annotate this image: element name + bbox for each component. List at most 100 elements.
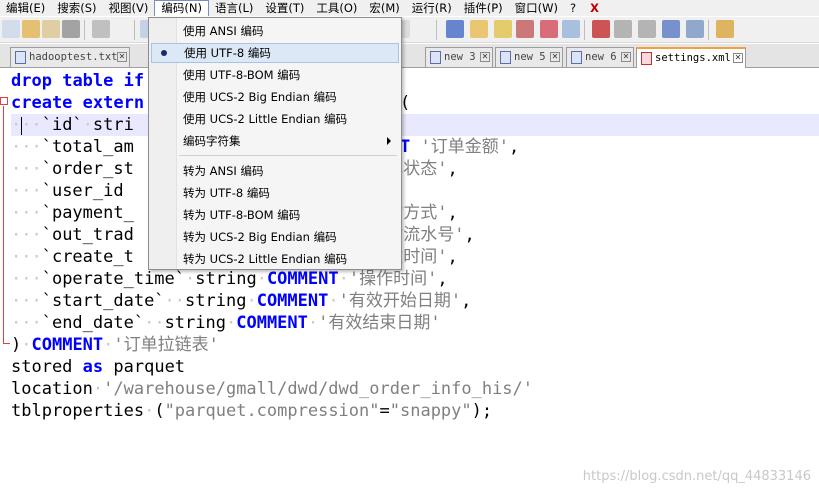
tab-new-6[interactable]: new 6 ✕ — [566, 47, 634, 67]
doc-map-icon[interactable] — [470, 20, 488, 38]
whitespace-marker: · — [103, 335, 114, 355]
whitespace-marker: · — [307, 313, 319, 333]
code-token: = — [379, 401, 390, 421]
encoding-option[interactable]: 转为 UTF-8-BOM 编码 — [151, 205, 399, 225]
document-icon — [571, 51, 582, 64]
new-file-icon[interactable] — [2, 20, 20, 38]
encoding-option-label: 使用 UTF-8-BOM 编码 — [183, 68, 301, 82]
code-token: `out_trad — [41, 225, 134, 245]
code-token: string — [164, 313, 226, 333]
watermark: https://blog.csdn.net/qq_44833146 — [582, 469, 811, 484]
encoding-option[interactable]: 转为 ANSI 编码 — [151, 161, 399, 181]
whitespace-marker: ·· — [164, 291, 186, 311]
code-token: , — [464, 225, 475, 245]
tab-hadooptest-txt[interactable]: hadooptest.txt ✕ — [10, 47, 130, 67]
document-icon — [15, 51, 26, 64]
code-line: tblproperties·("parquet.compression"="sn… — [11, 400, 492, 422]
whitespace-marker: ··· — [11, 269, 42, 289]
keyword-token: extern — [82, 93, 145, 113]
print-icon[interactable] — [62, 20, 80, 38]
tab-label: hadooptest.txt — [29, 51, 118, 63]
plugin-icon[interactable] — [716, 20, 734, 38]
close-tab-icon[interactable]: ✕ — [480, 52, 490, 62]
tab-new-3[interactable]: new 3 ✕ — [425, 47, 493, 67]
menu-language[interactable]: 语言(L) — [209, 0, 259, 16]
open-file-icon[interactable] — [22, 20, 40, 38]
close-tab-icon[interactable]: ✕ — [117, 52, 127, 62]
encoding-option[interactable]: 转为 UCS-2 Big Endian 编码 — [151, 227, 399, 247]
encoding-option[interactable]: 使用 UCS-2 Big Endian 编码 — [151, 87, 399, 107]
tab-settings-xml[interactable]: settings.xml ✕ — [636, 47, 746, 68]
all-chars-icon[interactable] — [446, 20, 464, 38]
code-token: string — [195, 269, 257, 289]
encoding-option[interactable]: 使用 ANSI 编码 — [151, 21, 399, 41]
whitespace-marker: · — [246, 291, 257, 311]
code-editor[interactable]: drop table if his;create extern o_his(··… — [0, 69, 819, 494]
code-token: `id` — [41, 115, 83, 135]
keyword-token: COMMENT — [236, 313, 308, 333]
encoding-option[interactable]: 转为 UTF-8 编码 — [151, 183, 399, 203]
function-list-icon[interactable] — [494, 20, 512, 38]
monitor-icon[interactable] — [540, 20, 558, 38]
menu-search[interactable]: 搜索(S) — [51, 0, 102, 16]
menu-plugins[interactable]: 插件(P) — [458, 0, 509, 16]
close-tab-icon[interactable]: ✕ — [621, 52, 631, 62]
string-token: "snappy" — [389, 401, 472, 421]
stop-macro-icon[interactable] — [614, 20, 632, 38]
encoding-option-label: 使用 UCS-2 Little Endian 编码 — [183, 112, 348, 126]
close-document-button[interactable]: X — [582, 0, 605, 16]
record-macro-icon[interactable] — [592, 20, 610, 38]
play-macro-icon[interactable] — [638, 20, 656, 38]
code-token: ); — [471, 401, 493, 421]
menu-view[interactable]: 视图(V) — [103, 0, 155, 16]
menu-settings[interactable]: 设置(T) — [259, 0, 310, 16]
fold-marker-icon[interactable] — [0, 97, 8, 105]
encoding-option[interactable]: 使用 UTF-8 编码 — [151, 43, 399, 63]
keyword-token: COMMENT — [256, 291, 329, 311]
code-token: `operate_time` — [41, 269, 186, 289]
encoding-option[interactable]: 转为 UCS-2 Little Endian 编码 — [151, 249, 399, 269]
run-macro-multiple-icon[interactable] — [662, 20, 680, 38]
view-icon[interactable] — [562, 20, 580, 38]
encoding-option-label: 使用 UTF-8 编码 — [184, 46, 271, 60]
string-token: '/warehouse/gmall/dwd/dwd_order_info_his… — [103, 379, 534, 399]
menu-encoding[interactable]: 编码(N) — [154, 0, 209, 16]
menu-edit[interactable]: 编辑(E) — [0, 0, 51, 16]
whitespace-marker: ··· — [11, 159, 42, 179]
menu-help[interactable]: ? — [564, 0, 582, 16]
menu-run[interactable]: 运行(R) — [406, 0, 458, 16]
encoding-option[interactable]: 使用 UTF-8-BOM 编码 — [151, 65, 399, 85]
save-icon[interactable] — [42, 20, 60, 38]
toolbar — [0, 17, 819, 43]
code-token: ( — [154, 401, 165, 421]
keyword-token: table — [62, 71, 114, 91]
encoding-option-label: 编码字符集 — [183, 134, 241, 148]
code-token: , — [447, 247, 458, 267]
code-token: `order_st — [41, 159, 134, 179]
toolbar-separator — [708, 20, 709, 40]
menu-separator — [179, 155, 397, 156]
code-line: location·'/warehouse/gmall/dwd/dwd_order… — [11, 378, 533, 400]
fold-line — [3, 106, 4, 343]
menu-tools[interactable]: 工具(O) — [310, 0, 363, 16]
close-tab-icon[interactable]: ✕ — [733, 53, 743, 63]
folder-workspace-icon[interactable] — [516, 20, 534, 38]
menu-macro[interactable]: 宏(M) — [363, 0, 405, 16]
tab-new-5[interactable]: new 5 ✕ — [495, 47, 563, 67]
encoding-option[interactable]: 使用 UCS-2 Little Endian 编码 — [151, 109, 399, 129]
encoding-option-label: 使用 ANSI 编码 — [183, 24, 264, 38]
cut-icon[interactable] — [92, 20, 110, 38]
close-tab-icon[interactable]: ✕ — [550, 52, 560, 62]
code-token: `user_id — [41, 181, 124, 201]
toolbar-separator — [84, 20, 85, 40]
encoding-option[interactable]: 编码字符集 — [151, 131, 399, 151]
fold-end-line — [3, 343, 10, 344]
save-macro-icon[interactable] — [686, 20, 704, 38]
modified-document-icon — [641, 52, 652, 65]
menu-window[interactable]: 窗口(W) — [509, 0, 564, 16]
